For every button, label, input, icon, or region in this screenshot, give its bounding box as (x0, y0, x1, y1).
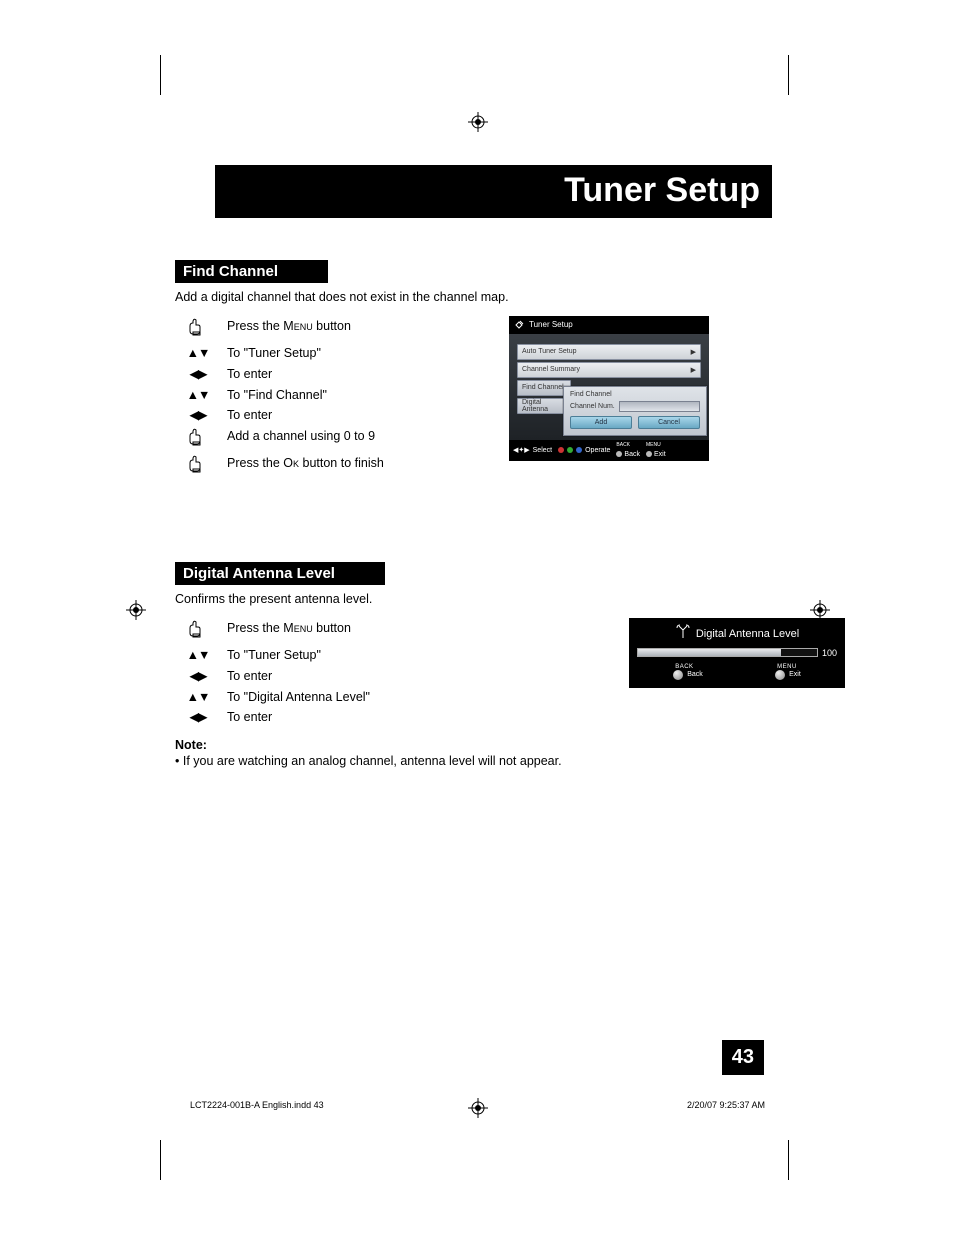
osd-footer: ◀✦▶Select Operate BACKBack MENUExit (509, 440, 709, 461)
popup-add-button: Add (570, 416, 632, 429)
step-text: To enter (227, 707, 376, 728)
left-right-arrows-icon: ◀▶ (189, 669, 206, 683)
step-text: To "Tuner Setup" (227, 343, 390, 364)
steps-table: Press the Menu button ▲▼ To "Tuner Setup… (175, 618, 376, 728)
step-text: Press the Menu button (227, 316, 390, 343)
hand-press-icon (187, 318, 209, 341)
left-right-arrows-icon: ◀▶ (189, 367, 206, 381)
step-text: To enter (227, 364, 390, 385)
step-text: To "Digital Antenna Level" (227, 687, 376, 708)
popup-field-label: Channel Num. (570, 403, 615, 410)
up-down-arrows-icon: ▲▼ (187, 648, 210, 662)
step-text: Press the Ok button to finish (227, 453, 390, 480)
osd-title: Tuner Setup (529, 320, 573, 329)
exit-dot-icon (646, 451, 652, 457)
osd-popup-find-channel: Find Channel Channel Num. Add Cancel (563, 386, 707, 436)
section-digital-antenna-level: Digital Antenna Level Confirms the prese… (175, 520, 765, 768)
osd-menu-item: Auto Tuner Setup▶ (517, 344, 701, 360)
section-heading: Find Channel (175, 260, 328, 283)
step-text: To "Tuner Setup" (227, 645, 376, 666)
button-icon (673, 670, 683, 680)
osd-tuner-setup-figure: Tuner Setup Auto Tuner Setup▶ Channel Su… (509, 316, 709, 461)
section-heading: Digital Antenna Level (175, 562, 385, 585)
register-mark-icon (126, 600, 146, 620)
red-dot-icon (558, 447, 564, 453)
footer-date: 2/20/07 9:25:37 AM (687, 1100, 765, 1110)
crop-mark (788, 1140, 789, 1180)
popup-cancel-button: Cancel (638, 416, 700, 429)
osd-header: Tuner Setup (509, 316, 709, 334)
page-content: Tuner Setup Find Channel Add a digital c… (175, 165, 765, 768)
section-description: Add a digital channel that does not exis… (175, 289, 765, 306)
manual-page: Tuner Setup Find Channel Add a digital c… (0, 0, 954, 1235)
dpad-icon: ◀✦▶ (513, 446, 530, 454)
osd-back-control: BACK Back (673, 664, 703, 680)
osd-menu-item: Channel Summary▶ (517, 362, 701, 378)
popup-title: Find Channel (570, 391, 700, 398)
signal-bar (637, 648, 818, 657)
back-dot-icon (616, 451, 622, 457)
satellite-icon (515, 319, 525, 331)
section-description: Confirms the present antenna level. (175, 591, 765, 608)
footer-doc: LCT2224-001B-A English.indd 43 (190, 1100, 324, 1110)
up-down-arrows-icon: ▲▼ (187, 388, 210, 402)
antenna-icon (675, 624, 691, 645)
hand-press-icon (187, 620, 209, 643)
page-title: Tuner Setup (215, 165, 772, 218)
crop-mark (788, 55, 789, 95)
register-mark-icon (468, 112, 488, 132)
steps-table: Press the Menu button ▲▼ To "Tuner Setup… (175, 316, 390, 480)
button-icon (775, 670, 785, 680)
crop-mark (160, 55, 161, 95)
popup-input-field (619, 401, 700, 412)
page-number: 43 (722, 1040, 764, 1075)
hand-press-icon (187, 428, 209, 451)
chevron-right-icon: ▶ (691, 366, 696, 374)
step-text: To "Find Channel" (227, 385, 390, 406)
left-right-arrows-icon: ◀▶ (189, 710, 206, 724)
chevron-right-icon: ▶ (691, 348, 696, 356)
hand-press-icon (187, 455, 209, 478)
up-down-arrows-icon: ▲▼ (187, 690, 210, 704)
blue-dot-icon (576, 447, 582, 453)
step-text: To enter (227, 666, 376, 687)
signal-value: 100 (822, 648, 837, 658)
osd-exit-control: MENU Exit (775, 664, 801, 680)
crop-mark (160, 1140, 161, 1180)
step-text: Add a channel using 0 to 9 (227, 426, 390, 453)
green-dot-icon (567, 447, 573, 453)
note-body: • If you are watching an analog channel,… (175, 754, 605, 768)
note-label: Note: (175, 738, 605, 752)
step-text: To enter (227, 405, 390, 426)
section-find-channel: Find Channel Add a digital channel that … (175, 218, 765, 480)
up-down-arrows-icon: ▲▼ (187, 346, 210, 360)
step-text: Press the Menu button (227, 618, 376, 645)
osd-title: Digital Antenna Level (696, 628, 799, 640)
left-right-arrows-icon: ◀▶ (189, 408, 206, 422)
print-footer: LCT2224-001B-A English.indd 43 2/20/07 9… (190, 1100, 765, 1110)
osd-antenna-level-figure: Digital Antenna Level 100 BACK Back (629, 618, 845, 688)
